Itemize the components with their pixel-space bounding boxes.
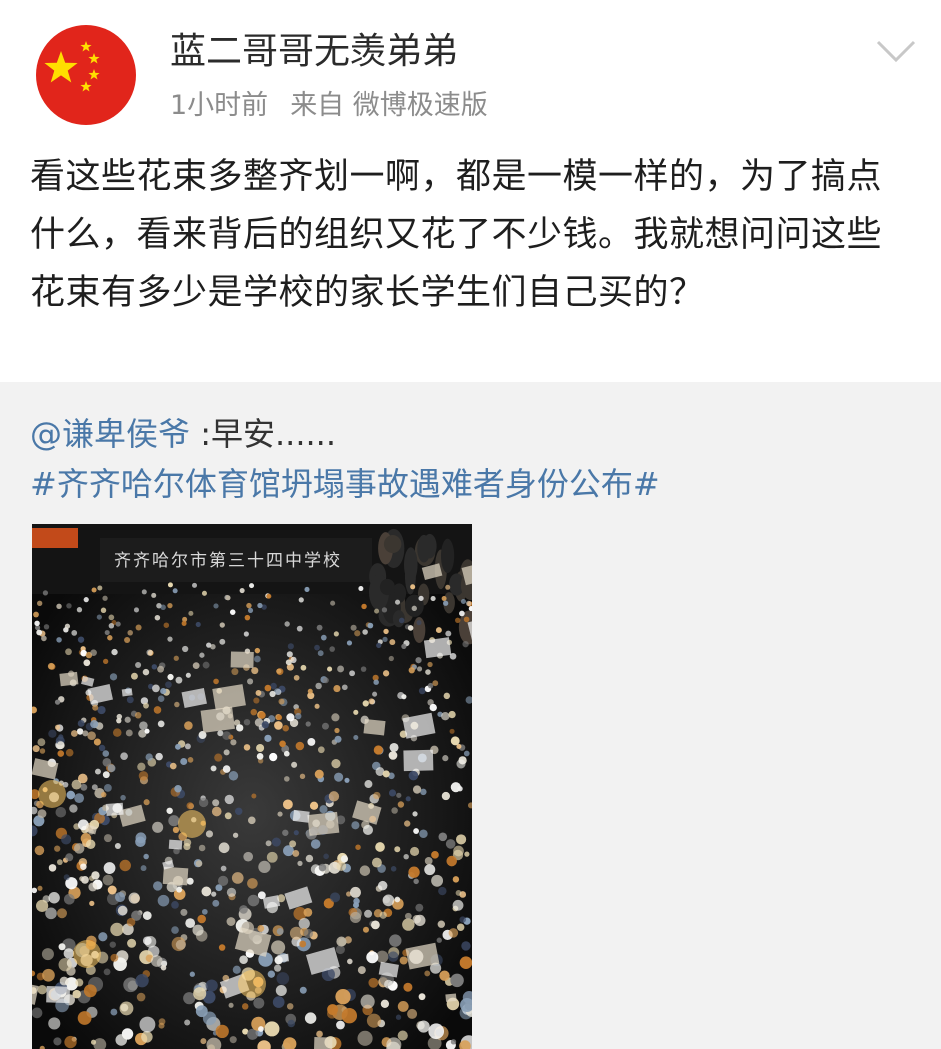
post-text: 看这些花束多整齐划一啊，都是一模一样的，为了搞点什么，看来背后的组织又花了不少钱…	[30, 157, 883, 313]
repost-card[interactable]: @谦卑侯爷 :早安...... #齐齐哈尔体育馆坍塌事故遇难者身份公布# 齐齐哈…	[0, 382, 941, 1049]
repost-text: :早安......	[190, 415, 337, 453]
post-header: 蓝二哥哥无羡弟弟 1小时前 来自 微博极速版	[0, 0, 941, 140]
repost-mention-link[interactable]: @谦卑侯爷	[30, 415, 190, 453]
weibo-post: 蓝二哥哥无羡弟弟 1小时前 来自 微博极速版 看这些花束多整齐划一啊，都是一模一样…	[0, 0, 941, 1049]
post-image[interactable]: 齐齐哈尔市第三十四中学校	[32, 524, 472, 1049]
post-source: 来自 微博极速版	[290, 90, 488, 121]
memorial-flowers-photo	[32, 524, 472, 1049]
school-sign-text: 齐齐哈尔市第三十四中学校	[114, 551, 342, 571]
avatar[interactable]	[36, 25, 136, 125]
post-time: 1小时前	[170, 90, 269, 121]
post-meta: 1小时前 来自 微博极速版	[170, 88, 488, 124]
chevron-down-icon[interactable]	[870, 32, 922, 72]
repost-header: @谦卑侯爷 :早安......	[30, 412, 336, 456]
username[interactable]: 蓝二哥哥无羡弟弟	[170, 30, 458, 74]
china-flag-icon	[44, 41, 100, 92]
hashtag-link[interactable]: #齐齐哈尔体育馆坍塌事故遇难者身份公布#	[30, 462, 660, 506]
